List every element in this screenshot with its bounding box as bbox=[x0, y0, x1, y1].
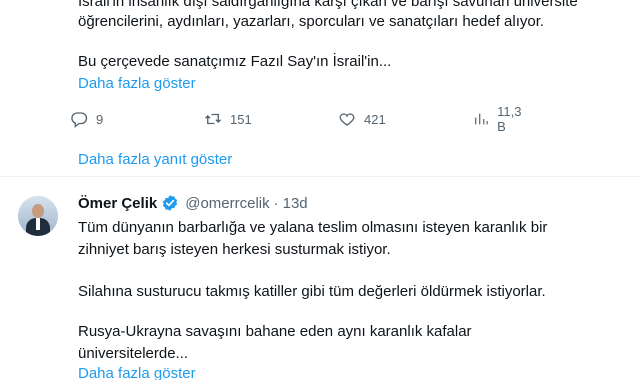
divider bbox=[0, 176, 641, 177]
views-button[interactable]: 11,3 B bbox=[473, 104, 530, 134]
show-more-link[interactable]: Daha fazla göster bbox=[78, 364, 196, 380]
view-count: 11,3 B bbox=[497, 104, 522, 134]
tweet-text-line: Silahına susturucu takmış katiller gibi … bbox=[78, 283, 546, 300]
tweet-text-line: İsrail'in insanlık dışı saldırganlığına … bbox=[78, 0, 578, 10]
reply-button[interactable]: 9 bbox=[70, 108, 103, 130]
reply-count: 9 bbox=[96, 111, 104, 127]
heart-icon bbox=[339, 113, 355, 126]
like-button[interactable]: 421 bbox=[338, 108, 386, 130]
user-handle[interactable]: @omerrcelik bbox=[185, 195, 269, 212]
show-more-replies-link[interactable]: Daha fazla yanıt göster bbox=[78, 150, 232, 170]
tweet-text-line: zihniyet barış isteyen herkesi susturmak… bbox=[78, 241, 391, 258]
tweet-text-line: öğrencilerini, aydınları, yazarları, spo… bbox=[78, 13, 545, 30]
avatar[interactable] bbox=[18, 196, 58, 236]
tweet-header: Ömer Çelik @omerrcelik · 13d bbox=[78, 193, 308, 213]
verified-badge-icon bbox=[161, 194, 179, 212]
repost-icon bbox=[205, 113, 221, 125]
tweet-time[interactable]: 13d bbox=[283, 195, 308, 212]
repost-button[interactable]: 151 bbox=[204, 108, 252, 130]
tweet-text-line: Rusya-Ukrayna savaşını bahane eden aynı … bbox=[78, 323, 472, 340]
tweet-text-line: Tüm dünyanın barbarlığa ve yalana teslim… bbox=[78, 219, 548, 236]
repost-count: 151 bbox=[230, 111, 252, 127]
show-more-link[interactable]: Daha fazla göster bbox=[78, 74, 196, 94]
display-name[interactable]: Ömer Çelik bbox=[78, 195, 157, 212]
tweet-actions: 9 151 421 11,3 B bbox=[70, 104, 530, 134]
tweet-text-line: üniversitelerde... bbox=[78, 345, 189, 362]
reply-icon bbox=[71, 112, 88, 128]
separator-dot: · bbox=[273, 194, 279, 212]
tweet-text-line: Bu çerçevede sanatçımız Fazıl Say'ın İsr… bbox=[78, 53, 392, 70]
like-count: 421 bbox=[364, 111, 386, 127]
views-icon bbox=[475, 113, 488, 125]
